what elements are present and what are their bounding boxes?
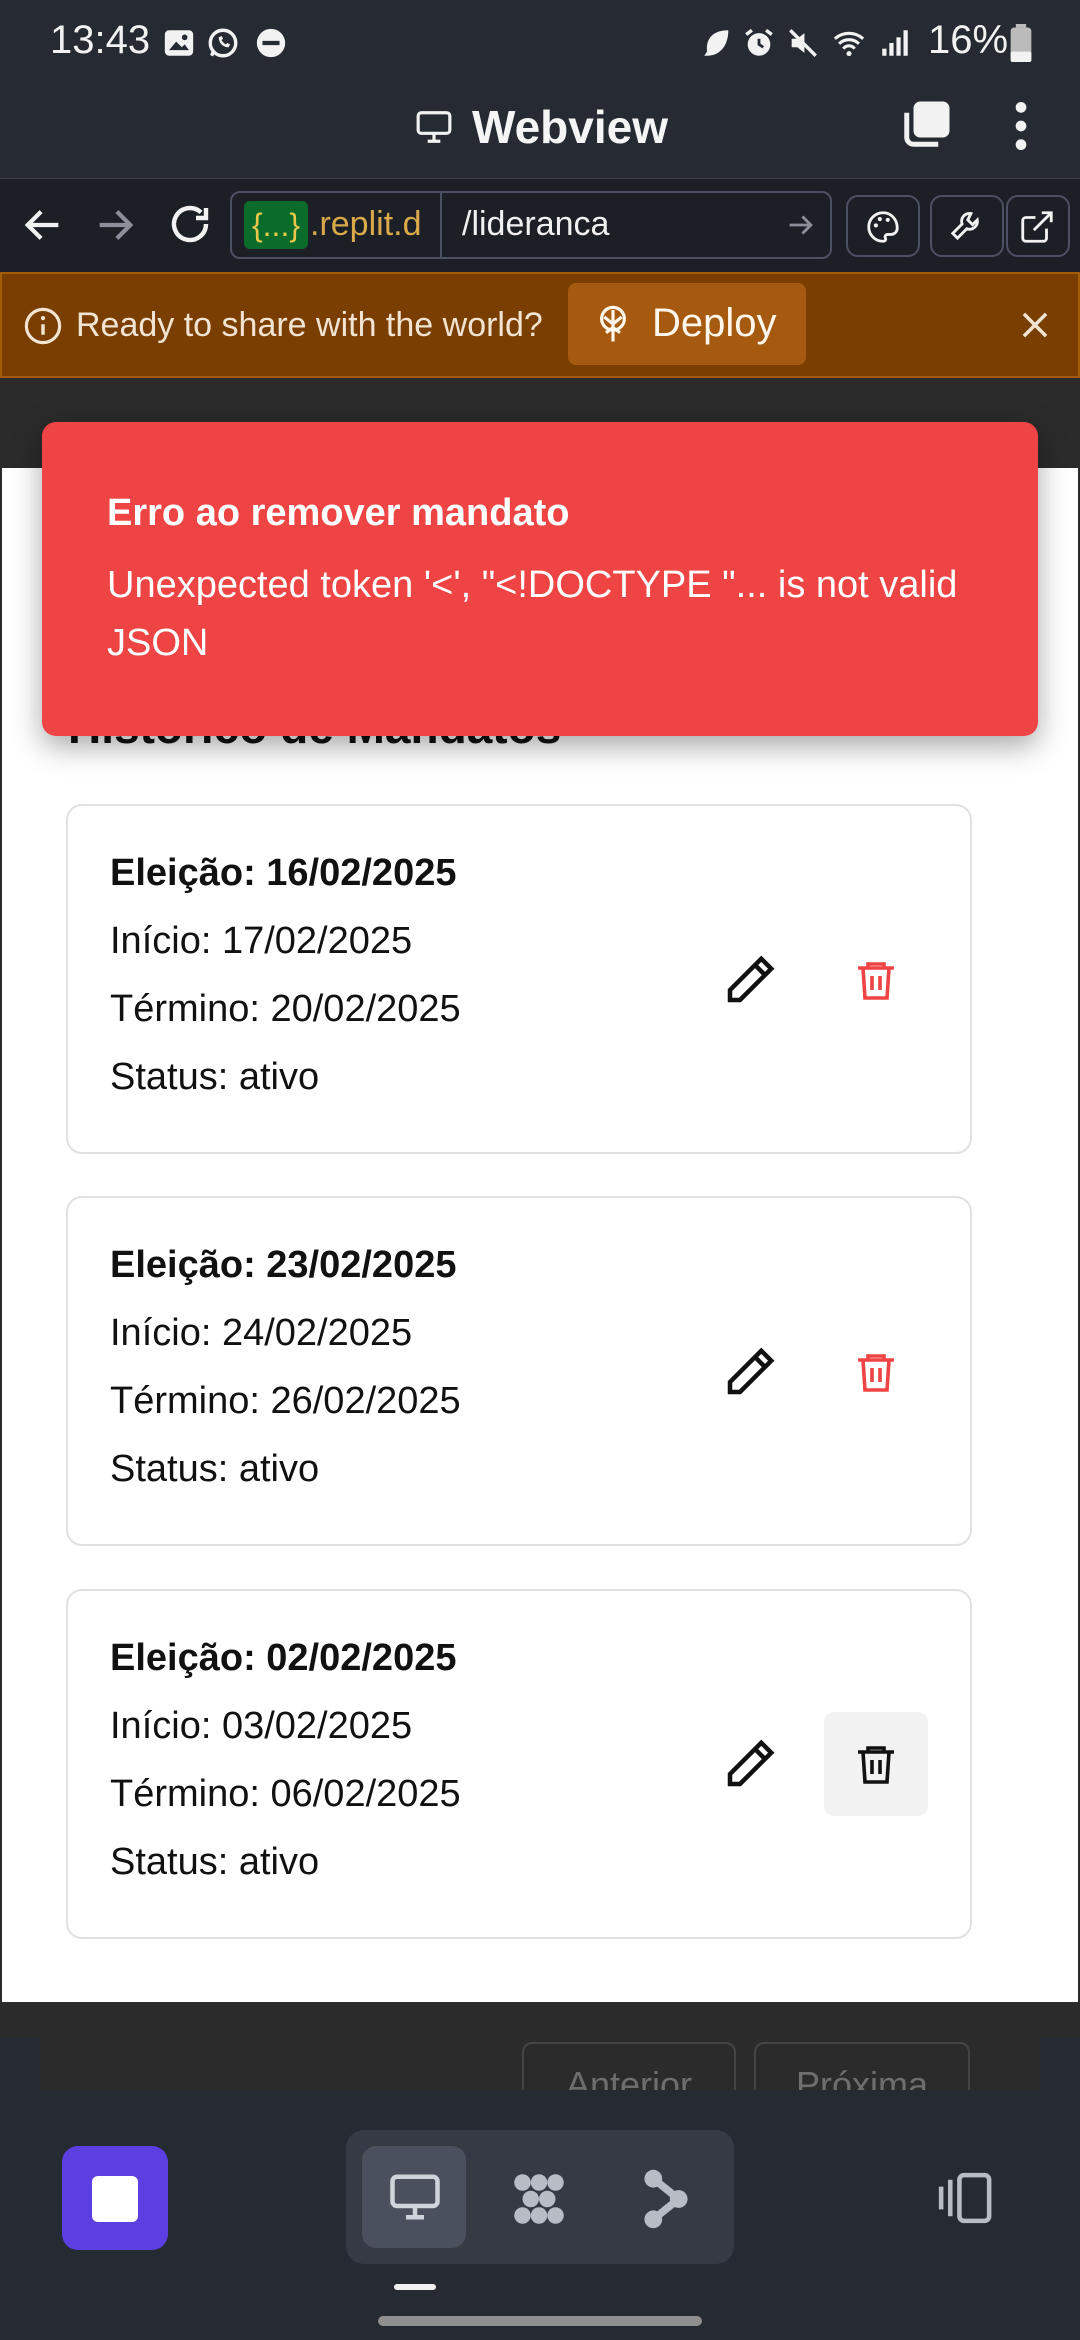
tabs-icon[interactable] — [900, 96, 954, 152]
mandate-start: Início: 17/02/2025 — [110, 920, 413, 962]
url-domain: .replit.d — [310, 205, 422, 243]
forward-icon[interactable] — [92, 202, 138, 248]
wifi-icon — [833, 31, 865, 57]
deployments-icon[interactable] — [640, 2166, 692, 2232]
mute-icon — [789, 29, 817, 57]
battery-icon — [1010, 24, 1032, 62]
webview-title: Webview — [472, 101, 668, 153]
close-icon[interactable] — [1016, 306, 1054, 344]
back-icon[interactable] — [20, 202, 66, 248]
external-link-icon — [1021, 211, 1053, 243]
mandate-start: Início: 24/02/2025 — [110, 1312, 413, 1354]
info-icon — [24, 307, 62, 345]
leaf-icon — [704, 30, 729, 56]
url-divider — [440, 193, 442, 257]
url-badge: {...} — [244, 201, 308, 249]
mandate-end: Término: 06/02/2025 — [110, 1773, 461, 1815]
mandate-end: Término: 26/02/2025 — [110, 1380, 461, 1422]
signal-icon — [882, 30, 908, 56]
deploy-icon — [600, 305, 626, 342]
mandate-status: Status: ativo — [110, 1056, 320, 1098]
url-path[interactable]: /lideranca — [462, 205, 609, 244]
mandate-start: Início: 03/02/2025 — [110, 1705, 413, 1747]
edit-icon[interactable] — [720, 1342, 780, 1402]
monitor-icon — [390, 2174, 440, 2220]
more-options-icon[interactable] — [1002, 98, 1040, 154]
stop-icon — [92, 2176, 138, 2222]
home-indicator — [378, 2316, 702, 2326]
edit-icon[interactable] — [720, 950, 780, 1010]
wrench-icon — [950, 212, 979, 241]
edit-icon[interactable] — [720, 1734, 780, 1794]
trash-icon — [858, 962, 894, 1000]
trash-icon — [858, 1354, 894, 1392]
mandate-election: Eleição: 16/02/2025 — [110, 852, 457, 894]
panel-toggle-icon[interactable] — [932, 2168, 996, 2228]
gallery-icon — [164, 30, 194, 56]
mandate-end: Término: 20/02/2025 — [110, 988, 461, 1030]
mandate-status: Status: ativo — [110, 1448, 320, 1490]
toast-title: Erro ao remover mandato — [107, 492, 570, 534]
status-time: 13:43 — [50, 18, 151, 62]
monitor-icon — [416, 111, 452, 143]
dnd-icon — [256, 28, 286, 58]
mandate-status: Status: ativo — [110, 1841, 320, 1883]
palette-icon — [867, 211, 899, 243]
battery-percent: 16% — [928, 18, 1009, 62]
mandate-election: Eleição: 23/02/2025 — [110, 1244, 457, 1286]
reload-icon[interactable] — [166, 200, 214, 248]
deploy-banner-text: Ready to share with the world? — [76, 306, 543, 344]
deploy-button-label: Deploy — [652, 301, 777, 345]
go-arrow-icon[interactable] — [784, 208, 818, 242]
active-tab-indicator — [394, 2284, 436, 2290]
replit-agent-icon[interactable] — [506, 2166, 572, 2232]
alarm-icon — [745, 28, 773, 56]
mandate-election: Eleição: 02/02/2025 — [110, 1637, 457, 1679]
trash-icon — [858, 1746, 894, 1784]
toast-message: Unexpected token '<', "<!DOCTYPE "... is… — [107, 564, 958, 664]
whatsapp-icon — [208, 28, 238, 58]
